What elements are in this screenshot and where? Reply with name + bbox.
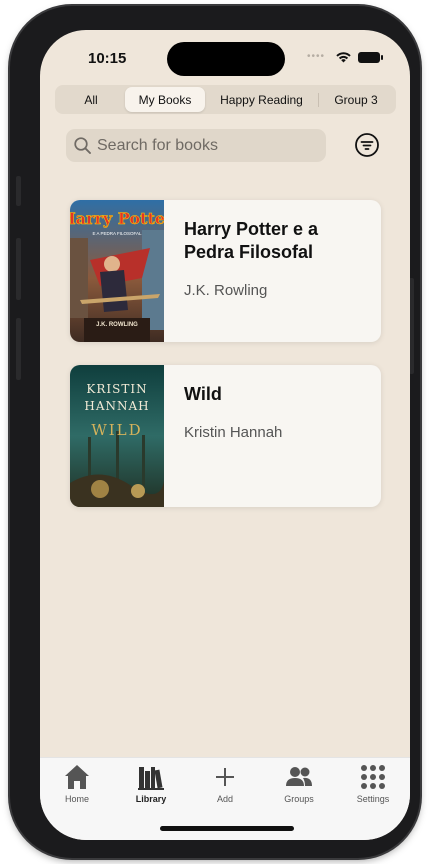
filter-icon[interactable] — [354, 132, 380, 158]
silent-switch — [16, 176, 21, 206]
people-icon — [286, 767, 312, 786]
home-indicator — [160, 826, 294, 831]
book-card[interactable]: KRISTIN HANNAH WILD Wild Kristin Hannah — [70, 365, 381, 507]
tabbar-add[interactable]: Add — [195, 762, 255, 804]
status-icons — [335, 51, 383, 63]
plus-icon — [216, 768, 234, 786]
tabbar-library[interactable]: Library — [121, 762, 181, 804]
cover-subtitle-text: E A PEDRA FILOSOFAL — [92, 231, 142, 236]
tabbar-label: Add — [216, 794, 233, 804]
status-time: 10:15 — [88, 50, 127, 67]
book-card[interactable]: Harry Potter E A PEDRA FILOSOFAL J.K. RO… — [70, 200, 381, 342]
search-input[interactable] — [97, 136, 317, 155]
book-title: Wild — [184, 384, 222, 404]
tabbar-settings[interactable]: Settings — [343, 762, 403, 804]
cover-title-text: WILD — [91, 421, 142, 439]
house-icon — [65, 765, 89, 789]
tabbar-label: Settings — [356, 794, 390, 804]
tabbar-home[interactable]: Home — [47, 762, 107, 804]
volume-down-button — [16, 318, 21, 380]
dynamic-island — [167, 42, 285, 76]
tab-happy-reading[interactable]: Happy Reading — [205, 87, 318, 112]
grid-icon — [361, 765, 385, 789]
cover-title-text: Harry Potter — [70, 209, 164, 228]
tabbar-groups[interactable]: Groups — [269, 762, 329, 804]
volume-up-button — [16, 238, 21, 300]
cover-author-last-text: HANNAH — [84, 399, 149, 413]
tab-all[interactable]: All — [57, 87, 125, 112]
wifi-icon — [336, 52, 351, 63]
tabbar-label: Groups — [284, 794, 314, 804]
tabbar-label: Home — [64, 794, 89, 804]
tab-my-books[interactable]: My Books — [125, 87, 205, 112]
book-title: Harry Potter e a Pedra Filosofal — [184, 219, 319, 262]
signal-dots-icon: •••• — [307, 51, 326, 62]
book-cover-image: KRISTIN HANNAH WILD — [70, 365, 164, 507]
book-cover-image: Harry Potter E A PEDRA FILOSOFAL J.K. RO… — [70, 200, 164, 342]
battery-icon — [358, 51, 383, 63]
book-author: J.K. Rowling — [184, 282, 268, 299]
tab-group-3[interactable]: Group 3 — [319, 87, 393, 112]
group-tabs: All My Books Happy Reading Group 3 — [55, 85, 396, 114]
phone-frame: 10:15 •••• All My Books Happy Reading Gr… — [10, 6, 420, 858]
books-icon — [138, 767, 164, 790]
cover-author-text: J.K. ROWLING — [96, 322, 138, 328]
search-bar[interactable] — [66, 129, 326, 162]
search-icon — [74, 137, 91, 154]
book-author: Kristin Hannah — [184, 424, 283, 441]
tabbar-label: Library — [135, 794, 167, 804]
app-screen: 10:15 •••• All My Books Happy Reading Gr… — [40, 30, 410, 840]
cover-author-first-text: KRISTIN — [86, 382, 147, 396]
